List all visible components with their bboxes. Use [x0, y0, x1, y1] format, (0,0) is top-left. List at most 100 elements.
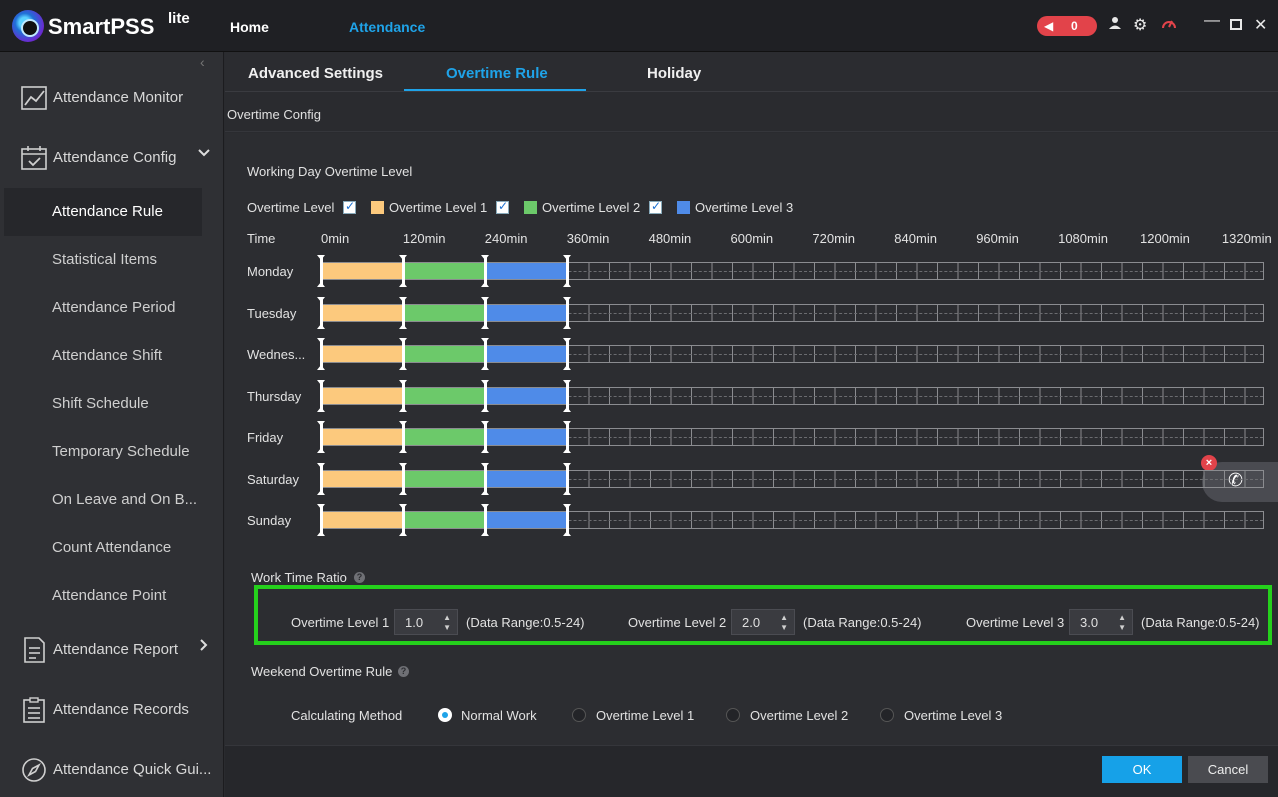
overtime-segment[interactable]: [322, 346, 404, 362]
segment-handle[interactable]: [481, 296, 489, 329]
segment-handle[interactable]: [317, 296, 325, 329]
segment-handle[interactable]: [317, 379, 325, 412]
segment-handle[interactable]: [481, 379, 489, 412]
minimize-icon[interactable]: —: [1204, 12, 1220, 30]
segment-handle[interactable]: [481, 421, 489, 453]
sidebar-sub-temporary-schedule[interactable]: Temporary Schedule: [0, 428, 224, 476]
overtime-segment[interactable]: [322, 387, 404, 404]
sidebar-sub-on-leave[interactable]: On Leave and On B...: [0, 476, 224, 524]
gear-icon[interactable]: ⚙: [1133, 15, 1147, 35]
stepper-down-icon[interactable]: ▼: [780, 623, 788, 632]
segment-handle[interactable]: [317, 338, 325, 370]
overtime-segment[interactable]: [404, 512, 486, 528]
maximize-icon[interactable]: [1230, 17, 1242, 35]
speed-icon[interactable]: [1161, 16, 1177, 35]
sidebar-sub-attendance-point[interactable]: Attendance Point: [0, 572, 224, 620]
overtime-level-checkbox[interactable]: [343, 199, 356, 214]
collapse-sidebar-icon[interactable]: ‹: [200, 54, 205, 70]
segment-handle[interactable]: [399, 421, 407, 453]
segment-handle[interactable]: [317, 421, 325, 453]
overtime-segment[interactable]: [486, 263, 568, 279]
sidebar-item-attendance-records[interactable]: Attendance Records: [0, 686, 224, 734]
segment-handle[interactable]: [563, 296, 571, 329]
sidebar-item-attendance-monitor[interactable]: Attendance Monitor: [0, 74, 224, 122]
help-icon[interactable]: ?: [398, 666, 409, 677]
sidebar-sub-attendance-rule[interactable]: Attendance Rule: [4, 188, 202, 236]
overtime-segment[interactable]: [322, 263, 404, 279]
overtime-segment[interactable]: [322, 429, 404, 445]
cancel-button[interactable]: Cancel: [1188, 756, 1268, 783]
stepper-up-icon[interactable]: ▲: [1118, 613, 1126, 622]
tab-overtime-rule[interactable]: Overtime Rule: [446, 65, 548, 82]
radio-overtime-level2-label[interactable]: Overtime Level 2: [750, 708, 848, 723]
ratio-level1-stepper[interactable]: 1.0 ▲ ▼: [394, 609, 458, 635]
user-icon[interactable]: [1108, 16, 1122, 35]
overtime-segment[interactable]: [486, 512, 568, 528]
sidebar-item-attendance-quick-guide[interactable]: Attendance Quick Gui...: [0, 746, 224, 794]
ratio-level3-stepper[interactable]: 3.0 ▲ ▼: [1069, 609, 1133, 635]
nav-home[interactable]: Home: [230, 19, 269, 35]
segment-handle[interactable]: [481, 504, 489, 536]
overtime-segment[interactable]: [322, 512, 404, 528]
sidebar-sub-attendance-period[interactable]: Attendance Period: [0, 284, 224, 332]
sidebar-item-attendance-config[interactable]: Attendance Config: [0, 134, 224, 182]
segment-handle[interactable]: [317, 462, 325, 495]
radio-overtime-level1-label[interactable]: Overtime Level 1: [596, 708, 694, 723]
tab-holiday[interactable]: Holiday: [647, 65, 701, 82]
overtime-segment[interactable]: [404, 387, 486, 404]
segment-handle[interactable]: [563, 504, 571, 536]
segment-handle[interactable]: [399, 379, 407, 412]
radio-normal-work[interactable]: [438, 708, 452, 722]
segment-handle[interactable]: [563, 255, 571, 287]
tab-advanced-settings[interactable]: Advanced Settings: [248, 65, 383, 82]
segment-handle[interactable]: [563, 421, 571, 453]
sidebar-sub-shift-schedule[interactable]: Shift Schedule: [0, 380, 224, 428]
segment-handle[interactable]: [399, 504, 407, 536]
stepper-down-icon[interactable]: ▼: [1118, 623, 1126, 632]
segment-handle[interactable]: [481, 338, 489, 370]
sidebar-item-attendance-report[interactable]: Attendance Report: [0, 626, 224, 674]
overtime-segment[interactable]: [404, 470, 486, 487]
radio-overtime-level3-label[interactable]: Overtime Level 3: [904, 708, 1002, 723]
sidebar-sub-statistical-items[interactable]: Statistical Items: [0, 236, 224, 284]
radio-overtime-level1[interactable]: [572, 708, 586, 722]
stepper-down-icon[interactable]: ▼: [443, 623, 451, 632]
radio-normal-work-label[interactable]: Normal Work: [461, 708, 537, 723]
segment-handle[interactable]: [481, 462, 489, 495]
radio-overtime-level2[interactable]: [726, 708, 740, 722]
level1-checkbox[interactable]: [496, 199, 509, 214]
overtime-segment[interactable]: [486, 304, 568, 321]
segment-handle[interactable]: [317, 255, 325, 287]
overtime-segment[interactable]: [322, 304, 404, 321]
level2-checkbox[interactable]: [649, 199, 662, 214]
help-icon[interactable]: ?: [354, 572, 365, 583]
overtime-segment[interactable]: [486, 429, 568, 445]
overtime-segment[interactable]: [486, 387, 568, 404]
segment-handle[interactable]: [399, 338, 407, 370]
segment-handle[interactable]: [563, 462, 571, 495]
sidebar-sub-attendance-shift[interactable]: Attendance Shift: [0, 332, 224, 380]
overtime-segment[interactable]: [404, 304, 486, 321]
alarm-button[interactable]: ◀ 0: [1037, 16, 1097, 36]
segment-handle[interactable]: [399, 296, 407, 329]
segment-handle[interactable]: [399, 462, 407, 495]
overtime-segment[interactable]: [486, 346, 568, 362]
stepper-up-icon[interactable]: ▲: [443, 613, 451, 622]
ok-button[interactable]: OK: [1102, 756, 1182, 783]
overtime-segment[interactable]: [404, 429, 486, 445]
overtime-segment[interactable]: [404, 263, 486, 279]
segment-handle[interactable]: [317, 504, 325, 536]
ratio-level2-stepper[interactable]: 2.0 ▲ ▼: [731, 609, 795, 635]
overtime-segment[interactable]: [322, 470, 404, 487]
sidebar-sub-count-attendance[interactable]: Count Attendance: [0, 524, 224, 572]
overtime-segment[interactable]: [404, 346, 486, 362]
segment-handle[interactable]: [563, 338, 571, 370]
close-icon[interactable]: ✕: [1254, 15, 1267, 35]
segment-handle[interactable]: [563, 379, 571, 412]
radio-overtime-level3[interactable]: [880, 708, 894, 722]
stepper-up-icon[interactable]: ▲: [780, 613, 788, 622]
nav-attendance[interactable]: Attendance: [349, 19, 425, 35]
overtime-segment[interactable]: [486, 470, 568, 487]
segment-handle[interactable]: [481, 255, 489, 287]
segment-handle[interactable]: [399, 255, 407, 287]
